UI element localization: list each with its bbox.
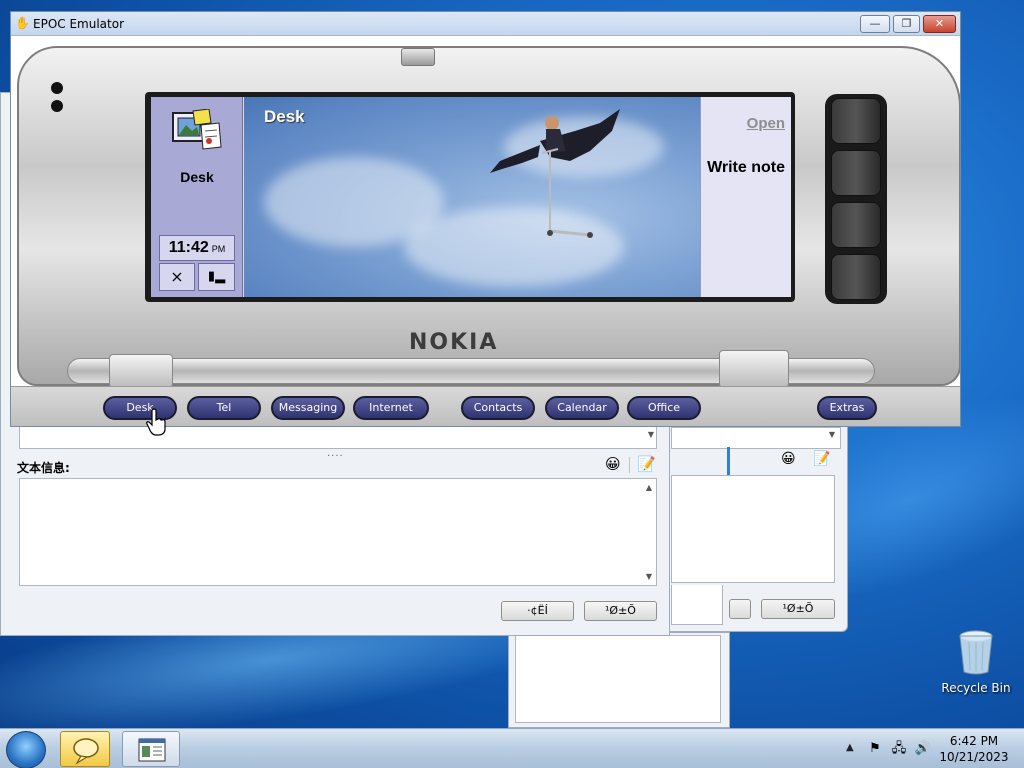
command-key-2[interactable] (831, 150, 881, 196)
app-icon: ✋ (15, 16, 30, 30)
screen-title: Desk (264, 107, 305, 126)
hinge-block-left (109, 354, 173, 388)
fkey-calendar[interactable]: Calendar (545, 396, 619, 420)
minimize-button[interactable]: — (860, 15, 890, 33)
taskbar: ▲ ⚑ 🖧 🔊 6:42 PM 10/21/2023 (0, 728, 1024, 768)
hinge-block-right (719, 350, 789, 388)
clock-ampm: PM (211, 244, 226, 254)
hinge-top (401, 48, 435, 66)
command-key-3[interactable] (831, 202, 881, 248)
splitter-grip[interactable]: ···· (327, 451, 344, 462)
recycle-bin-icon (959, 630, 993, 675)
maximize-button[interactable]: ❐ (893, 15, 920, 33)
indicator-led (51, 100, 63, 112)
recycle-bin-label: Recycle Bin (941, 681, 1011, 695)
brand-logo: NOKIA (409, 330, 499, 355)
network-icon[interactable]: 🖧 (890, 740, 908, 758)
taskbar-messenger-button[interactable] (60, 731, 110, 767)
send-button[interactable]: ·¢ËÍ (501, 601, 574, 621)
toolbar-divider (629, 457, 630, 473)
fkey-extras[interactable]: Extras (817, 396, 877, 420)
system-date: 10/21/2023 (939, 750, 1009, 764)
action-center-icon[interactable]: ⚑ (866, 740, 884, 758)
desk-app-icon[interactable] (171, 109, 225, 153)
recycle-bin[interactable]: Recycle Bin (940, 628, 1012, 695)
smiley-icon[interactable]: 😀 (781, 451, 796, 467)
message-input[interactable]: ▲ ▼ (19, 478, 657, 586)
volume-icon[interactable]: 🔊 (914, 740, 932, 758)
app-label: Desk (180, 169, 214, 185)
scroll-down-icon[interactable]: ▼ (826, 430, 838, 446)
background-send-button[interactable] (729, 599, 751, 619)
fkey-contacts[interactable]: Contacts (461, 396, 535, 420)
edit-note-icon[interactable]: 📝 (637, 455, 656, 473)
fkey-messaging[interactable]: Messaging (271, 396, 345, 420)
epoc-emulator-window: ✋ EPOC Emulator — ❐ ✕ Desk 11:42 PM ⨯ ▮▂… (10, 11, 961, 427)
close-button[interactable]: ✕ (923, 15, 956, 33)
scooter-jumper-image (490, 109, 620, 238)
clock-time: 11:42 (168, 239, 209, 256)
title-bar[interactable]: ✋ EPOC Emulator — ❐ ✕ (11, 12, 960, 36)
write-note-command[interactable]: Write note (707, 159, 785, 177)
device-screen: Desk 11:42 PM ⨯ ▮▂ Desk Open Write note (151, 97, 791, 297)
command-key-4[interactable] (831, 254, 881, 300)
command-key-1[interactable] (831, 98, 881, 144)
chat-bubble-icon (73, 738, 99, 765)
close-button[interactable]: ¹Ø±Õ (584, 601, 657, 621)
fkey-tel[interactable]: Tel (187, 396, 261, 420)
smiley-icon[interactable]: 😀 (605, 455, 621, 473)
background-window-lower (508, 632, 730, 728)
edit-note-icon[interactable]: 📝 (813, 451, 830, 467)
show-hidden-icons-icon[interactable]: ▲ (846, 742, 854, 753)
phone-device: Desk 11:42 PM ⨯ ▮▂ Desk Open Write note … (11, 36, 960, 426)
indicator-led (51, 82, 63, 94)
screen-app-panel: Desk 11:42 PM ⨯ ▮▂ (151, 97, 243, 297)
command-panel: Open Write note (700, 97, 791, 297)
open-command[interactable]: Open (747, 115, 785, 132)
fkey-office[interactable]: Office (627, 396, 701, 420)
signal-off-icon: ⨯ (159, 263, 195, 291)
scroll-down-icon[interactable]: ▼ (648, 430, 654, 439)
system-clock[interactable]: 6:42 PM 10/21/2023 (938, 733, 1010, 765)
emulator-window-icon (138, 738, 166, 762)
command-keys (825, 94, 887, 304)
background-panel (671, 585, 723, 625)
fkey-internet[interactable]: Internet (353, 396, 429, 420)
background-close-button[interactable]: ¹Ø±Õ (761, 599, 835, 619)
background-message-input[interactable] (671, 475, 835, 583)
window-edge (727, 447, 730, 475)
background-text-area[interactable] (515, 635, 721, 723)
battery-icon: ▮▂ (198, 263, 235, 291)
windows-start-icon[interactable] (6, 731, 46, 768)
scroll-down-icon[interactable]: ▼ (646, 572, 652, 581)
hand-cursor-icon (146, 408, 166, 436)
scroll-up-icon[interactable]: ▲ (646, 483, 652, 492)
system-time: 6:42 PM (949, 734, 999, 748)
message-label: 文本信息: (17, 461, 70, 475)
background-recipient-input[interactable]: ▼ (671, 427, 841, 449)
screen-clock: 11:42 PM (159, 235, 235, 261)
window-title: EPOC Emulator (33, 17, 125, 31)
taskbar-emulator-button[interactable] (122, 731, 180, 767)
wallpaper-area: Desk (244, 97, 700, 297)
recipient-input[interactable]: ▼ (19, 425, 657, 449)
